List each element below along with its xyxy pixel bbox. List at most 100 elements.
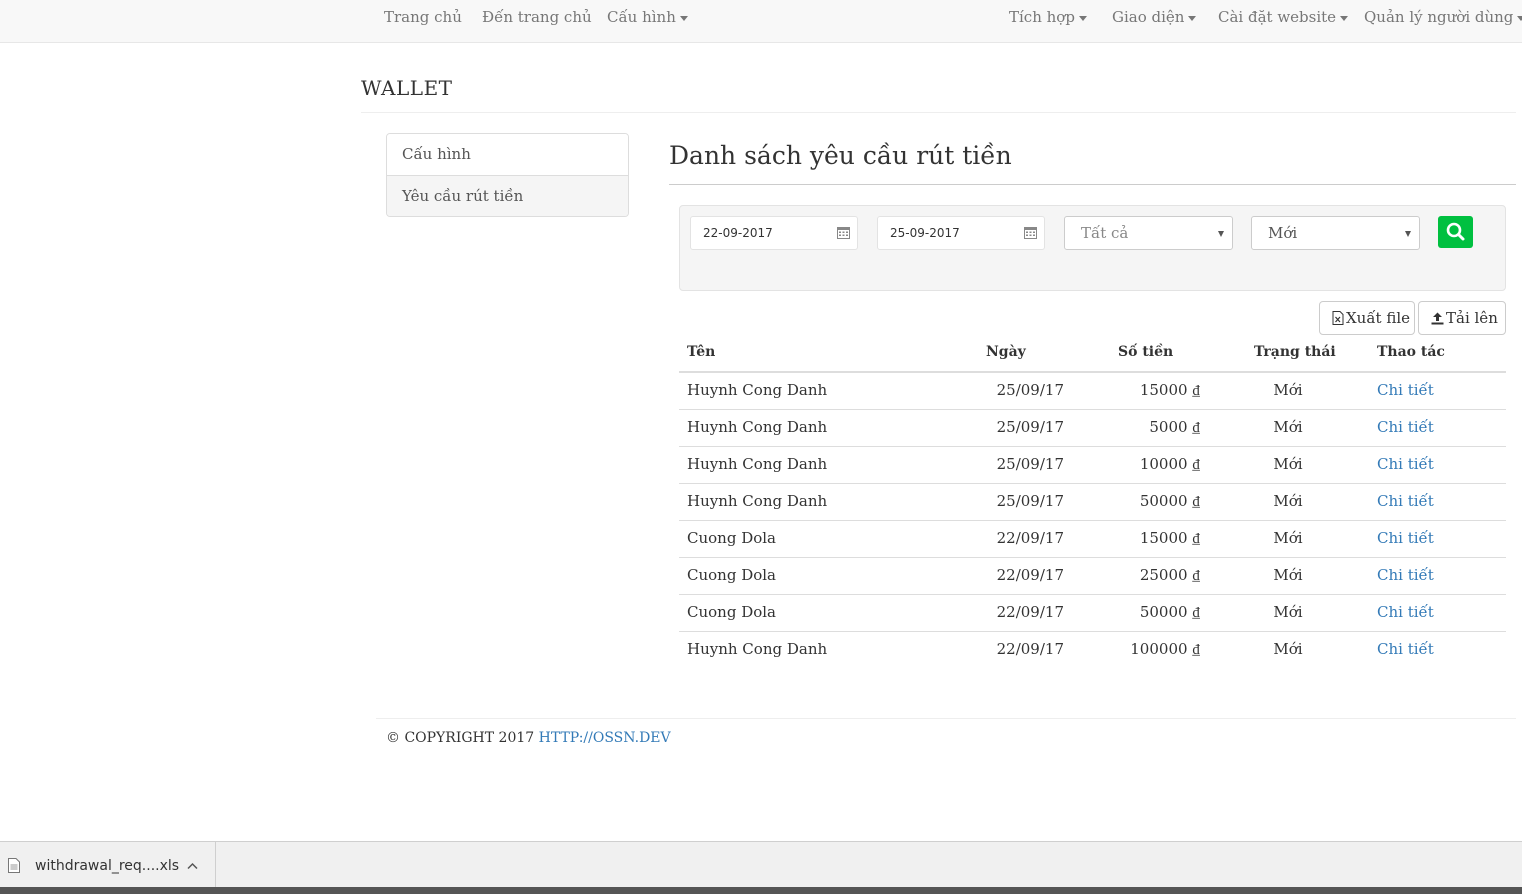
footer: © COPYRIGHT 2017 HTTP://OSSN.DEV: [386, 730, 671, 746]
upload-button[interactable]: Tải lên: [1418, 301, 1506, 335]
chevron-down-icon: [1517, 15, 1522, 21]
page-title: Danh sách yêu cầu rút tiền: [669, 141, 1012, 170]
detail-link[interactable]: Chi tiết: [1377, 529, 1434, 547]
row-divider: [679, 446, 1506, 447]
chevron-down-icon: [679, 15, 688, 21]
cell-amount: 100000 ₫: [1130, 640, 1200, 658]
file-icon: [8, 858, 20, 873]
export-file-button[interactable]: Xuất file: [1319, 301, 1415, 335]
nav-item-integration[interactable]: Tích hợp: [1009, 0, 1087, 34]
upload-label: Tải lên: [1446, 309, 1498, 327]
from-date-value: 22-09-2017: [703, 226, 773, 240]
nav-item-label: Quản lý người dùng: [1364, 8, 1514, 26]
detail-link[interactable]: Chi tiết: [1377, 381, 1434, 399]
copyright-text: © COPYRIGHT 2017: [386, 730, 535, 746]
column-header-date: Ngày: [986, 344, 1026, 360]
footer-divider: [376, 718, 1516, 719]
cell-status: Mới: [1273, 603, 1303, 621]
cell-name: Huynh Cong Danh: [687, 455, 828, 473]
upload-icon: [1431, 312, 1444, 325]
chevron-down-icon: [1340, 15, 1349, 21]
heading-divider: [669, 184, 1516, 185]
cell-date: 25/09/17: [996, 492, 1064, 510]
sidebar: Cấu hình Yêu cầu rút tiền: [386, 133, 629, 217]
cell-status: Mới: [1273, 455, 1303, 473]
column-header-name: Tên: [687, 344, 716, 360]
nav-item-site-settings[interactable]: Cài đặt website: [1218, 0, 1349, 34]
nav-item-theme[interactable]: Giao diện: [1112, 0, 1197, 34]
sidebar-item-config[interactable]: Cấu hình: [387, 134, 628, 175]
cell-name: Huynh Cong Danh: [687, 418, 828, 436]
cell-date: 22/09/17: [996, 529, 1064, 547]
from-date-input[interactable]: 22-09-2017: [690, 216, 858, 250]
detail-link[interactable]: Chi tiết: [1377, 566, 1434, 584]
cell-amount: 50000 ₫: [1139, 603, 1200, 621]
row-divider: [679, 594, 1506, 595]
nav-item-label: Cấu hình: [607, 8, 676, 26]
to-date-value: 25-09-2017: [890, 226, 960, 240]
nav-item-config[interactable]: Cấu hình: [607, 0, 688, 34]
nav-item-label: Tích hợp: [1009, 8, 1075, 26]
status-select[interactable]: Mới: [1251, 216, 1420, 250]
detail-link[interactable]: Chi tiết: [1377, 418, 1434, 436]
status-select-value: Mới: [1268, 224, 1298, 242]
calendar-icon: [837, 227, 850, 239]
cell-name: Cuong Dola: [687, 603, 776, 621]
cell-amount: 15000 ₫: [1139, 529, 1200, 547]
cell-status: Mới: [1273, 418, 1303, 436]
detail-link[interactable]: Chi tiết: [1377, 603, 1434, 621]
title-divider: [361, 112, 1516, 113]
search-icon: [1446, 222, 1465, 241]
cell-date: 25/09/17: [996, 455, 1064, 473]
detail-link[interactable]: Chi tiết: [1377, 640, 1434, 658]
cell-amount: 10000 ₫: [1139, 455, 1200, 473]
admin-title: WALLET: [361, 76, 453, 100]
taskbar-strip: [0, 887, 1522, 894]
column-header-amount: Số tiền: [1118, 344, 1174, 360]
export-file-label: Xuất file: [1346, 309, 1411, 327]
search-button[interactable]: [1438, 216, 1473, 248]
cell-status: Mới: [1273, 640, 1303, 658]
nav-item-home[interactable]: Trang chủ: [384, 0, 462, 34]
sidebar-item-label: Yêu cầu rút tiền: [402, 187, 524, 205]
excel-file-icon: [1332, 311, 1344, 325]
chevron-down-icon: [1218, 231, 1224, 237]
chevron-up-icon[interactable]: [187, 862, 198, 870]
column-header-action: Thao tác: [1377, 344, 1445, 360]
row-divider: [679, 557, 1506, 558]
nav-item-label: Giao diện: [1112, 8, 1185, 26]
download-file-name: withdrawal_req....xls: [35, 858, 180, 874]
cell-amount: 50000 ₫: [1139, 492, 1200, 510]
cell-status: Mới: [1273, 492, 1303, 510]
nav-item-label: Cài đặt website: [1218, 8, 1337, 26]
nav-item-user-management[interactable]: Quản lý người dùng: [1364, 0, 1522, 34]
chevron-down-icon: [1405, 231, 1411, 237]
nav-item-label: Trang chủ: [384, 8, 462, 26]
type-select[interactable]: Tất cả: [1064, 216, 1233, 250]
nav-item-go-home[interactable]: Đến trang chủ: [482, 0, 592, 34]
chevron-down-icon: [1078, 15, 1087, 21]
chevron-down-icon: [1188, 15, 1197, 21]
sidebar-item-label: Cấu hình: [402, 145, 471, 163]
cell-status: Mới: [1273, 381, 1303, 399]
cell-amount: 25000 ₫: [1139, 566, 1200, 584]
type-select-value: Tất cả: [1081, 224, 1129, 242]
detail-link[interactable]: Chi tiết: [1377, 455, 1434, 473]
row-divider: [679, 409, 1506, 410]
download-item[interactable]: withdrawal_req....xls: [0, 842, 216, 892]
cell-status: Mới: [1273, 529, 1303, 547]
sidebar-item-withdraw-requests[interactable]: Yêu cầu rút tiền: [387, 175, 628, 216]
cell-date: 22/09/17: [996, 640, 1064, 658]
cell-status: Mới: [1273, 566, 1303, 584]
row-divider: [679, 483, 1506, 484]
cell-name: Huynh Cong Danh: [687, 381, 828, 399]
top-navbar: Trang chủ Đến trang chủ Cấu hình Tích hợ…: [0, 0, 1522, 43]
to-date-input[interactable]: 25-09-2017: [877, 216, 1045, 250]
row-divider: [679, 631, 1506, 632]
cell-date: 25/09/17: [996, 381, 1064, 399]
cell-name: Huynh Cong Danh: [687, 492, 828, 510]
detail-link[interactable]: Chi tiết: [1377, 492, 1434, 510]
cell-name: Huynh Cong Danh: [687, 640, 828, 658]
footer-link[interactable]: HTTP://OSSN.DEV: [539, 730, 671, 746]
cell-amount: 15000 ₫: [1139, 381, 1200, 399]
